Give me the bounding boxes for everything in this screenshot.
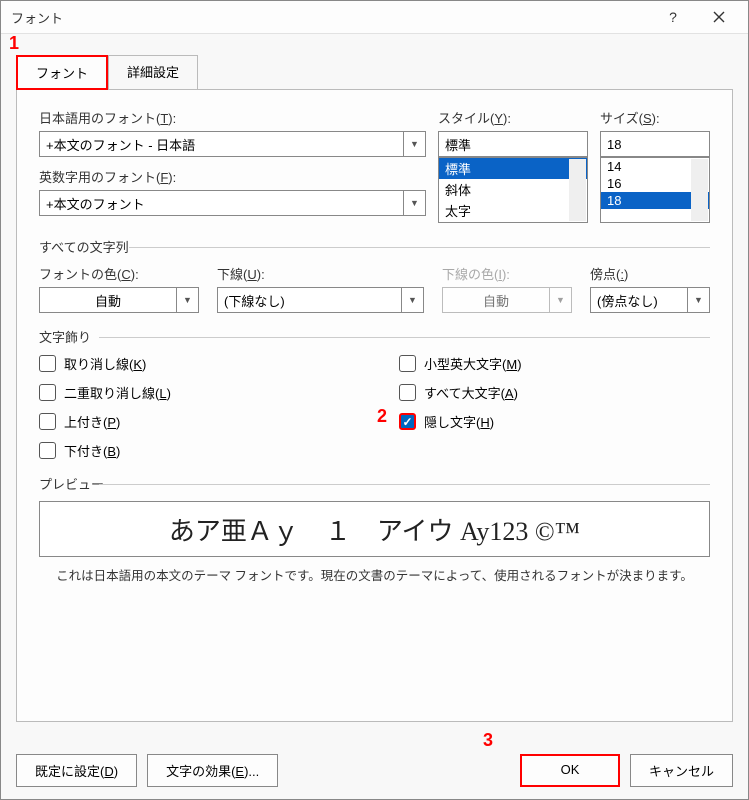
ok-button[interactable]: OK <box>520 754 620 787</box>
enfont-combo[interactable]: +本文のフォント ▼ <box>39 190 426 216</box>
style-option-regular[interactable]: 標準 <box>439 158 587 179</box>
allchars-section: すべての文字列 <box>39 237 710 256</box>
window-title: フォント <box>11 8 650 27</box>
help-button[interactable]: ? <box>650 2 696 32</box>
chevron-down-icon: ▼ <box>687 288 709 312</box>
preview-description: これは日本語用の本文のテーマ フォントです。現在の文書のテーマによって、使用され… <box>39 565 710 584</box>
scrollbar[interactable] <box>691 159 708 221</box>
superscript-checkbox[interactable]: 上付き(P) <box>39 412 339 431</box>
annotation-2: 2 <box>377 406 387 427</box>
set-default-button[interactable]: 既定に設定(D) <box>16 754 137 787</box>
effects-section: 文字飾り <box>39 327 710 346</box>
checkbox-icon <box>39 384 56 401</box>
dialog-footer: 既定に設定(D) 文字の効果(E)... OK キャンセル <box>16 754 733 787</box>
double-strikethrough-checkbox[interactable]: 二重取り消し線(L) <box>39 383 339 402</box>
subscript-checkbox[interactable]: 下付き(B) <box>39 441 339 460</box>
enfont-label: 英数字用のフォント(F): <box>39 167 426 186</box>
annotation-3: 3 <box>483 730 493 751</box>
close-icon <box>713 11 725 23</box>
cancel-button[interactable]: キャンセル <box>630 754 733 787</box>
chevron-down-icon: ▼ <box>549 288 571 312</box>
fontcolor-label: フォントの色(C): <box>39 264 199 283</box>
titlebar: フォント ? <box>1 1 748 34</box>
style-input[interactable]: 標準 <box>438 131 588 157</box>
size-input[interactable]: 18 <box>600 131 710 157</box>
preview-box: あア亜Ａｙ １ アイウ Ay123 ©™ <box>39 501 710 557</box>
size-label: サイズ(S): <box>600 108 710 127</box>
smallcaps-checkbox[interactable]: 小型英大文字(M) <box>399 354 522 373</box>
chevron-down-icon: ▼ <box>403 191 425 215</box>
underline-combo[interactable]: (下線なし) ▼ <box>217 287 424 313</box>
scrollbar[interactable] <box>569 159 586 221</box>
tab-content: 日本語用のフォント(T): +本文のフォント - 日本語 ▼ 英数字用のフォント… <box>16 90 733 722</box>
style-listbox[interactable]: 標準 斜体 太字 <box>438 157 588 223</box>
ulcolor-label: 下線の色(I): <box>442 264 572 283</box>
jpfont-label: 日本語用のフォント(T): <box>39 108 426 127</box>
checkbox-icon <box>399 355 416 372</box>
chevron-down-icon: ▼ <box>176 288 198 312</box>
checkbox-icon <box>39 442 56 459</box>
checkbox-icon <box>399 413 416 430</box>
underline-label: 下線(U): <box>217 264 424 283</box>
close-button[interactable] <box>696 2 742 32</box>
checkbox-icon <box>399 384 416 401</box>
text-effects-button[interactable]: 文字の効果(E)... <box>147 754 278 787</box>
size-listbox[interactable]: 14 16 18 <box>600 157 710 223</box>
hidden-checkbox[interactable]: 隠し文字(H) <box>399 412 522 431</box>
preview-section: プレビュー <box>39 474 710 493</box>
tab-advanced[interactable]: 詳細設定 <box>108 55 198 90</box>
style-option-italic[interactable]: 斜体 <box>439 179 587 200</box>
jpfont-combo[interactable]: +本文のフォント - 日本語 ▼ <box>39 131 426 157</box>
fontcolor-combo[interactable]: 自動 ▼ <box>39 287 199 313</box>
annotation-1: 1 <box>9 33 19 54</box>
chevron-down-icon: ▼ <box>403 132 425 156</box>
font-dialog: フォント ? 1 フォント 詳細設定 日本語用のフォント(T): +本文のフォン… <box>0 0 749 800</box>
tab-font[interactable]: フォント <box>16 55 108 90</box>
ulcolor-combo: 自動 ▼ <box>442 287 572 313</box>
chevron-down-icon: ▼ <box>401 288 423 312</box>
tab-bar: フォント 詳細設定 <box>1 34 748 89</box>
emphasis-combo[interactable]: (傍点なし) ▼ <box>590 287 710 313</box>
emphasis-label: 傍点(:) <box>590 264 710 283</box>
checkbox-icon <box>39 355 56 372</box>
style-label: スタイル(Y): <box>438 108 588 127</box>
checkbox-icon <box>39 413 56 430</box>
style-option-bold[interactable]: 太字 <box>439 200 587 221</box>
strikethrough-checkbox[interactable]: 取り消し線(K) <box>39 354 339 373</box>
allcaps-checkbox[interactable]: すべて大文字(A) <box>399 383 522 402</box>
